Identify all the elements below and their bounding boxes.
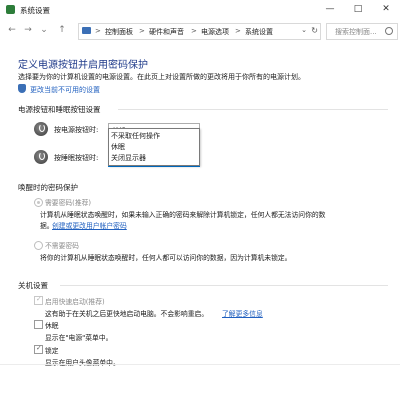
address-bar[interactable]: > 控制面板 > 硬件和声音 > 电源选项 > 系统设置 ⌄ ↻ — [78, 23, 321, 40]
maximize-button[interactable]: □ — [344, 0, 372, 20]
refresh-icon[interactable]: ↻ — [311, 26, 318, 35]
uac-shield-icon — [18, 84, 26, 93]
breadcrumb-system-settings[interactable]: 系统设置 — [245, 27, 273, 37]
system-settings-window: 系统设置 — □ ✕ ← → ⌄ ↑ > 控制面板 > 硬件和声音 > 电源选项… — [0, 0, 400, 401]
learn-more-link[interactable]: 了解更多信息 — [222, 308, 263, 318]
breadcrumb-separator: > — [139, 27, 145, 35]
sleep-action-dropdown-list: 不采取任何操作 休眠 关闭显示器 — [108, 128, 200, 166]
power-options-app-icon — [6, 5, 15, 14]
up-arrow-icon[interactable]: ↑ — [56, 24, 68, 37]
dropdown-option-do-nothing[interactable]: 不采取任何操作 — [109, 130, 197, 141]
check-icon: ✓ — [36, 344, 42, 352]
minimize-button[interactable]: — — [316, 0, 344, 20]
section-divider — [60, 285, 388, 286]
dropdown-option-turn-off-display[interactable]: 关闭显示器 — [109, 152, 197, 163]
dropdown-option-label: 休眠 — [111, 143, 125, 151]
create-change-password-link[interactable]: 创建或更改用户帐户密码 — [52, 220, 127, 230]
back-arrow-icon[interactable]: ← — [6, 24, 18, 37]
power-button-icon — [34, 122, 48, 136]
fast-startup-checkbox[interactable]: ✓ — [34, 295, 43, 305]
recent-locations-chevron-icon[interactable]: ⌄ — [38, 24, 50, 37]
close-button[interactable]: ✕ — [372, 0, 400, 20]
breadcrumb-power-options[interactable]: 电源选项 — [201, 27, 229, 37]
hibernate-description: 显示在"电源"菜单中。 — [45, 334, 113, 342]
no-password-description: 将你的计算机从睡眠状态唤醒时，任何人都可以访问你的数据，因为计算机未锁定。 — [40, 254, 292, 262]
breadcrumb-separator: > — [95, 27, 101, 35]
control-panel-folder-icon — [82, 27, 91, 34]
fast-startup-label: 启用快速启动(推荐) — [45, 298, 105, 306]
no-password-radio[interactable] — [34, 241, 43, 250]
lock-description: 显示在用户头像菜单中。 — [45, 359, 120, 367]
address-dropdown-icon[interactable]: ⌄ — [301, 26, 307, 34]
breadcrumb-control-panel[interactable]: 控制面板 — [105, 27, 133, 37]
dropdown-option-hibernate[interactable]: 休眠 — [109, 141, 197, 152]
no-password-label: 不需要密码 — [45, 242, 79, 250]
forward-arrow-icon[interactable]: → — [22, 24, 34, 37]
require-password-description: 计算机从睡眠状态唤醒时，如果未输入正确的密码来解除计算机锁定，任何人都无法访问你… — [40, 211, 326, 219]
breadcrumb-separator: > — [235, 27, 241, 35]
lock-label: 锁定 — [45, 347, 59, 355]
require-password-radio[interactable] — [34, 198, 43, 207]
check-icon: ✓ — [36, 295, 42, 303]
change-unavailable-settings-link[interactable]: 更改当前不可用的设置 — [30, 85, 100, 95]
sleep-button-icon — [34, 150, 48, 164]
password-protection-section-title: 唤醒时的密码保护 — [18, 183, 78, 192]
power-buttons-section-title: 电源按钮和睡眠按钮设置 — [18, 105, 101, 114]
breadcrumb-separator: > — [191, 27, 197, 35]
hibernate-label: 休眠 — [45, 322, 59, 330]
require-password-label: 需要密码(推荐) — [45, 199, 92, 207]
shutdown-section-title: 关机设置 — [18, 281, 48, 290]
breadcrumb-hardware-sound[interactable]: 硬件和声音 — [149, 27, 184, 37]
dropdown-option-label: 不采取任何操作 — [111, 132, 160, 140]
power-button-label: 按电源按钮时: — [54, 126, 99, 134]
hibernate-checkbox[interactable] — [34, 320, 43, 329]
fast-startup-description: 这有助于在关机之后更快地启动电脑。不会影响重启。 — [45, 310, 209, 318]
search-input[interactable]: 搜索控制面... — [335, 27, 377, 37]
page-description: 选择要为你的计算机设置的电源设置。在此页上对设置所做的更改将用于你所有的电源计划… — [18, 73, 305, 81]
window-title: 系统设置 — [20, 6, 50, 15]
search-box[interactable]: 搜索控制面... — [326, 23, 398, 40]
title-bar: 系统设置 — □ ✕ — [0, 0, 400, 20]
main-content: 定义电源按钮并启用密码保护 选择要为你的计算机设置的电源设置。在此页上对设置所做… — [0, 42, 400, 401]
page-title: 定义电源按钮并启用密码保护 — [18, 60, 148, 71]
footer-divider — [0, 364, 400, 365]
sleep-button-label: 按睡眠按钮时: — [54, 154, 99, 162]
dropdown-option-label: 关闭显示器 — [111, 154, 146, 162]
search-icon[interactable] — [385, 27, 393, 35]
lock-checkbox[interactable]: ✓ — [34, 344, 43, 354]
navigation-bar: ← → ⌄ ↑ > 控制面板 > 硬件和声音 > 电源选项 > 系统设置 ⌄ ↻… — [0, 21, 400, 41]
section-divider — [118, 109, 388, 110]
